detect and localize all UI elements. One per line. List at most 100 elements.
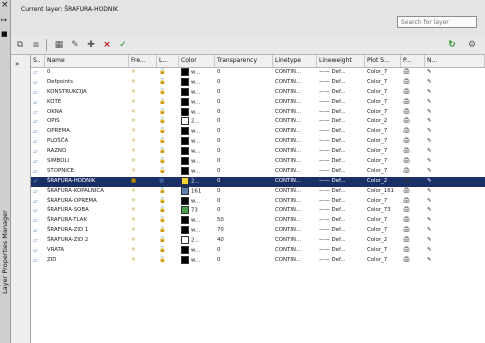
freeze-icon[interactable]: ☼ xyxy=(129,246,157,256)
lock-icon[interactable]: 🔓 xyxy=(157,78,179,88)
close-icon[interactable]: × xyxy=(1,1,9,10)
freeze-icon[interactable]: ☼ xyxy=(129,108,157,118)
linetype-cell[interactable]: CONTIN... xyxy=(273,147,317,157)
lineweight-cell[interactable]: —— Def... xyxy=(317,177,365,187)
table-row[interactable]: ▱ ŠRAFURA-ZID 2 ☼ 🔓 2... 40 CONTIN... ——… xyxy=(31,236,485,246)
freeze-icon[interactable]: ☼ xyxy=(129,226,157,236)
layer-name[interactable]: VRATA xyxy=(45,246,129,256)
freeze-icon[interactable]: ☼ xyxy=(129,236,157,246)
lock-icon[interactable]: 🔓 xyxy=(157,167,179,177)
lineweight-cell[interactable]: —— Def... xyxy=(317,187,365,197)
transparency-cell[interactable]: 40 xyxy=(215,236,273,246)
viewport-icon[interactable]: ✎ xyxy=(425,137,485,147)
plot-style-cell[interactable]: Color_7 xyxy=(365,108,401,118)
printer-icon[interactable]: 🖨 xyxy=(401,236,425,246)
viewport-icon[interactable]: ✎ xyxy=(425,127,485,137)
printer-icon[interactable]: 🖨 xyxy=(401,216,425,226)
lineweight-cell[interactable]: —— Def... xyxy=(317,216,365,226)
layer-name[interactable]: ŠRAFURA-ZID 2 xyxy=(45,236,129,246)
table-row[interactable]: ▱ KONSTRUKCIJA ☼ 🔓 w... 0 CONTIN... —— D… xyxy=(31,87,485,98)
plot-style-cell[interactable]: Color_7 xyxy=(365,167,401,177)
color-cell[interactable]: w... xyxy=(179,68,215,78)
layer-name[interactable]: KOTE xyxy=(45,98,129,108)
table-row[interactable]: ▱ 0 ☼ 🔓 w... 0 CONTIN... —— Def... Color… xyxy=(31,68,485,78)
viewport-icon[interactable]: ✎ xyxy=(425,177,485,187)
color-cell[interactable]: w... xyxy=(179,255,215,266)
plot-style-cell[interactable]: Color_7 xyxy=(365,68,401,78)
layer-name[interactable]: OPIS xyxy=(45,117,129,127)
transparency-cell[interactable]: 70 xyxy=(215,226,273,236)
viewport-icon[interactable]: ✎ xyxy=(425,68,485,78)
viewport-icon[interactable]: ✎ xyxy=(425,108,485,118)
lineweight-cell[interactable]: —— Def... xyxy=(317,78,365,88)
col-transparency[interactable]: Transparency xyxy=(215,55,273,67)
viewport-icon[interactable]: ✎ xyxy=(425,197,485,207)
plot-style-cell[interactable]: Color_7 xyxy=(365,256,401,266)
linetype-cell[interactable]: CONTIN... xyxy=(273,226,317,236)
layer-name[interactable]: ŠRAFURA-KOPALNICA xyxy=(45,187,129,197)
layer-name[interactable]: KONSTRUKCIJA xyxy=(45,88,129,98)
color-cell[interactable]: w... xyxy=(179,127,215,137)
table-row[interactable]: ▱ OPIS ☼ 🔓 2... 0 CONTIN... —— Def... Co… xyxy=(31,117,485,127)
printer-icon[interactable]: 🖨 xyxy=(401,68,425,78)
plot-style-cell[interactable]: Color_7 xyxy=(365,226,401,236)
col-status[interactable]: S.. xyxy=(31,55,45,67)
lineweight-cell[interactable]: —— Def... xyxy=(317,206,365,216)
table-row[interactable]: ▱ OPREMA ☼ 🔓 w... 0 CONTIN... —— Def... … xyxy=(31,127,485,137)
plot-style-cell[interactable]: Color_7 xyxy=(365,157,401,167)
lock-icon[interactable]: 🔓 xyxy=(157,68,179,78)
table-row[interactable]: ▱ ŠRAFURA-KOPALNICA ☼ 🔓 161 0 CONTIN... … xyxy=(31,186,485,197)
transparency-cell[interactable]: 0 xyxy=(215,246,273,256)
col-plot[interactable]: P... xyxy=(401,55,425,67)
table-row[interactable]: ▱ ŠRAFURA-SOBA ☼ 🔓 73 0 CONTIN... —— Def… xyxy=(31,206,485,216)
color-cell[interactable]: w... xyxy=(179,107,215,118)
lineweight-cell[interactable]: —— Def... xyxy=(317,137,365,147)
transparency-cell[interactable]: 0 xyxy=(215,157,273,167)
lock-icon[interactable]: 🔓 xyxy=(157,108,179,118)
plot-style-cell[interactable]: Color_7 xyxy=(365,127,401,137)
plot-style-cell[interactable]: Color_7 xyxy=(365,197,401,207)
table-row[interactable]: ✔ ŠRAFURA-HODNIK ■ ■ 2... 0 CONTIN... ——… xyxy=(31,176,485,187)
plot-style-cell[interactable]: Color_7 xyxy=(365,78,401,88)
viewport-icon[interactable]: ✎ xyxy=(425,256,485,266)
linetype-cell[interactable]: CONTIN... xyxy=(273,127,317,137)
linetype-cell[interactable]: CONTIN... xyxy=(273,177,317,187)
viewport-icon[interactable]: ✎ xyxy=(425,226,485,236)
table-row[interactable]: ▱ STOPNICE ☼ 🔓 w... 0 CONTIN... —— Def..… xyxy=(31,166,485,177)
transparency-cell[interactable]: 0 xyxy=(215,78,273,88)
printer-icon[interactable]: 🖨 xyxy=(401,98,425,108)
viewport-icon[interactable]: ✎ xyxy=(425,236,485,246)
freeze-icon[interactable]: ☼ xyxy=(129,256,157,266)
linetype-cell[interactable]: CONTIN... xyxy=(273,78,317,88)
freeze-icon[interactable]: ☼ xyxy=(129,68,157,78)
plot-style-cell[interactable]: Color_7 xyxy=(365,98,401,108)
linetype-cell[interactable]: CONTIN... xyxy=(273,236,317,246)
color-cell[interactable]: 2... xyxy=(179,176,215,187)
color-cell[interactable]: w... xyxy=(179,87,215,98)
color-cell[interactable]: 2... xyxy=(179,236,215,246)
col-linetype[interactable]: Linetype xyxy=(273,55,317,67)
plot-style-cell[interactable]: Color_2 xyxy=(365,117,401,127)
linetype-cell[interactable]: CONTIN... xyxy=(273,108,317,118)
lineweight-cell[interactable]: —— Def... xyxy=(317,127,365,137)
linetype-cell[interactable]: CONTIN... xyxy=(273,187,317,197)
transparency-cell[interactable]: 0 xyxy=(215,98,273,108)
set-current-icon[interactable]: ✓ xyxy=(116,38,130,52)
freeze-icon[interactable]: ☼ xyxy=(129,216,157,226)
layer-name[interactable]: PLOŠČA xyxy=(45,137,129,147)
transparency-cell[interactable]: 0 xyxy=(215,147,273,157)
menu-icon[interactable]: ■ xyxy=(1,30,8,38)
new-layer-icon[interactable]: ✎ xyxy=(68,38,82,52)
linetype-cell[interactable]: CONTIN... xyxy=(273,117,317,127)
refresh-icon[interactable]: ↻ xyxy=(445,38,459,52)
lineweight-cell[interactable]: —— Def... xyxy=(317,88,365,98)
transparency-cell[interactable]: 0 xyxy=(215,88,273,98)
printer-icon[interactable]: 🖨 xyxy=(401,88,425,98)
layer-name[interactable]: ZID xyxy=(45,256,129,266)
linetype-cell[interactable]: CONTIN... xyxy=(273,216,317,226)
lineweight-cell[interactable]: —— Def... xyxy=(317,256,365,266)
layer-name[interactable]: SIMBOLI xyxy=(45,157,129,167)
search-input[interactable]: Search for layer xyxy=(397,16,477,28)
printer-icon[interactable]: 🖨 xyxy=(401,78,425,88)
col-color[interactable]: Color xyxy=(179,55,215,67)
